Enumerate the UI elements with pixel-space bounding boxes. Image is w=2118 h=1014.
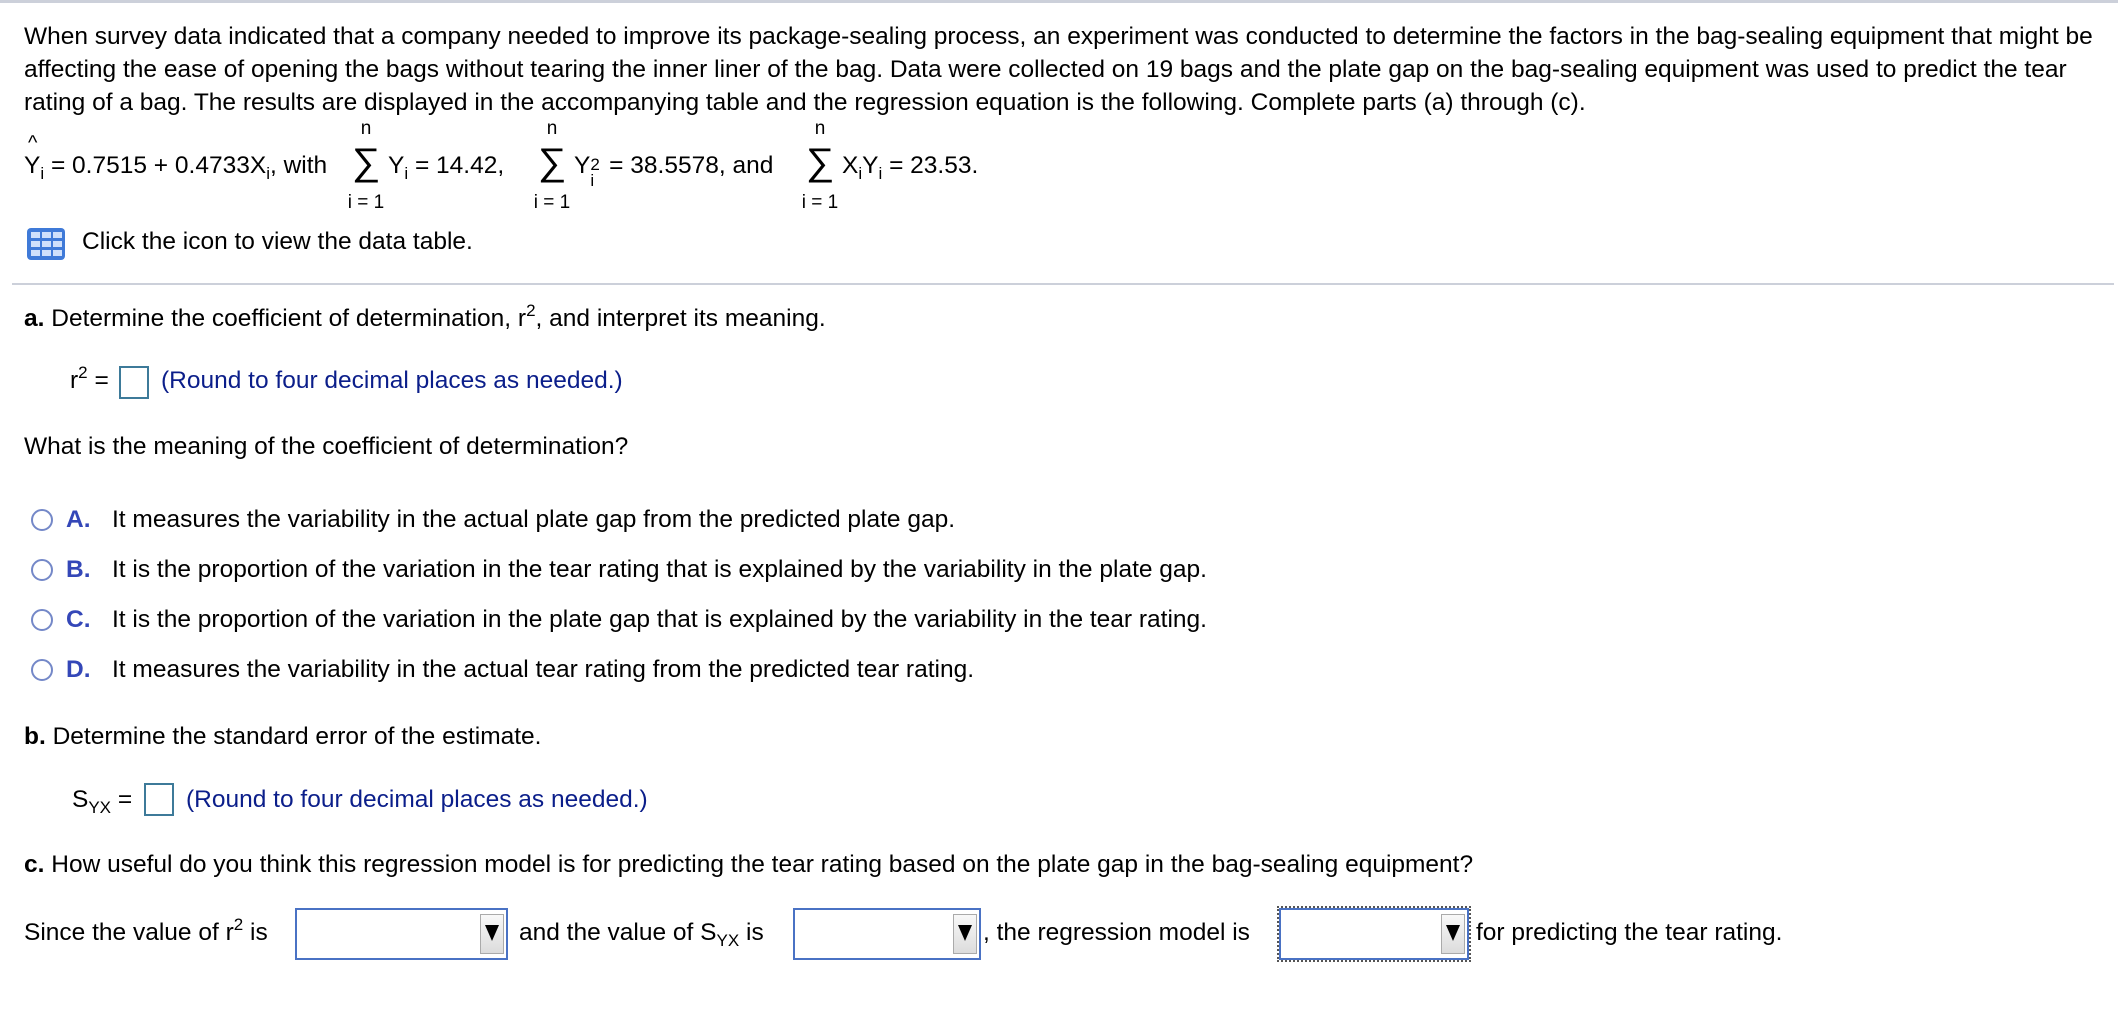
sentence-part-2: and the value of SYX is: [519, 919, 764, 950]
option-a-letter: A.: [66, 506, 91, 533]
top-border: [0, 0, 2118, 3]
table-icon-cell: [31, 232, 40, 238]
meaning-question: What is the meaning of the coefficient o…: [24, 433, 629, 460]
part-c-label: c.: [24, 851, 45, 878]
sum-1-value: = 14.42,: [414, 152, 505, 179]
syx-input[interactable]: [144, 783, 174, 816]
var: Y: [388, 152, 405, 179]
table-icon-cell: [42, 232, 51, 238]
sum-upper-limit: n: [814, 118, 826, 139]
sum-lower-limit: i = 1: [801, 192, 839, 213]
option-a-radio[interactable]: [31, 509, 53, 531]
sum-lower-limit: i = 1: [347, 192, 385, 213]
part-a-label: a.: [24, 305, 45, 332]
var: X: [842, 152, 859, 179]
chevron-down-icon[interactable]: [953, 914, 977, 954]
option-c-radio[interactable]: [31, 609, 53, 631]
sigma-symbol: ∑: [351, 141, 381, 183]
option-b-letter: B.: [66, 556, 91, 583]
r-squared-label: r2 =: [70, 364, 109, 395]
question-text: How useful do you think this regression …: [44, 851, 1474, 878]
sigma-symbol: ∑: [537, 141, 567, 183]
r-squared-input[interactable]: [119, 366, 149, 399]
superscript: 2: [233, 915, 244, 934]
subscript: i: [878, 164, 883, 183]
option-c-letter: C.: [66, 606, 91, 633]
y-hat: Y: [24, 132, 40, 180]
subscript: YX: [716, 931, 740, 950]
model-usefulness-dropdown[interactable]: [1277, 906, 1471, 962]
sentence-part-3: , the regression model is: [983, 919, 1250, 946]
option-d-letter: D.: [66, 656, 91, 683]
chevron-down-icon[interactable]: [480, 914, 504, 954]
equals: =: [117, 786, 133, 813]
var: r: [70, 367, 79, 394]
subscript: i: [40, 164, 45, 183]
option-c-text[interactable]: It is the proportion of the variation in…: [112, 606, 1207, 634]
view-data-table-link[interactable]: Click the icon to view the data table.: [82, 228, 473, 256]
sum-upper-limit: n: [546, 118, 558, 139]
equals: =: [94, 367, 109, 394]
var: Y: [862, 152, 879, 179]
table-icon-cell: [53, 250, 62, 256]
table-icon-cell: [53, 232, 62, 238]
table-icon-cell: [31, 250, 40, 256]
text: is: [243, 919, 268, 946]
sum-1-expression: Yi = 14.42,: [388, 152, 505, 183]
text: is: [739, 919, 764, 946]
part-b-question: b. Determine the standard error of the e…: [24, 723, 541, 751]
subscript: YX: [88, 798, 112, 817]
syx-assessment-dropdown[interactable]: [793, 908, 981, 960]
with-text: , with: [269, 152, 328, 179]
sentence-part-4: for predicting the tear rating.: [1476, 919, 1783, 946]
sum-2-expression: Y2i = 38.5578, and: [574, 152, 774, 190]
section-divider: [12, 283, 2114, 285]
option-b-text[interactable]: It is the proportion of the variation in…: [112, 556, 1207, 584]
sum-3-value: = 23.53.: [889, 152, 979, 179]
part-c-question: c. How useful do you think this regressi…: [24, 851, 1473, 879]
option-d-radio[interactable]: [31, 659, 53, 681]
sentence-part-1: Since the value of r2 is: [24, 916, 268, 947]
sum-3-expression: XiYi = 23.53.: [842, 152, 979, 183]
round-hint: (Round to four decimal places as needed.…: [186, 786, 648, 813]
table-icon-cell: [42, 241, 51, 247]
superscript: 2: [78, 363, 88, 382]
option-d-text[interactable]: It measures the variability in the actua…: [112, 656, 974, 684]
equation-text: = 0.7515 + 0.4733X: [50, 152, 267, 179]
sum-2-value: = 38.5578, and: [609, 152, 774, 179]
option-a-text[interactable]: It measures the variability in the actua…: [112, 506, 955, 534]
sigma-symbol: ∑: [805, 141, 835, 183]
var: Y: [574, 152, 591, 179]
question-text: Determine the coefficient of determinati…: [44, 305, 527, 332]
text: Since the value of r: [24, 919, 234, 946]
sum-lower-limit: i = 1: [533, 192, 571, 213]
part-b-label: b.: [24, 723, 46, 750]
part-a-question: a. Determine the coefficient of determin…: [24, 302, 826, 333]
text: and the value of S: [519, 919, 717, 946]
question-text: Determine the standard error of the esti…: [45, 723, 542, 750]
round-hint: (Round to four decimal places as needed.…: [161, 367, 623, 394]
subscript: i: [404, 164, 409, 183]
syx-label: SYX =: [72, 786, 133, 817]
table-icon-cell: [31, 241, 40, 247]
superscript: 2: [526, 301, 536, 320]
sum-upper-limit: n: [360, 118, 372, 139]
var: S: [72, 786, 89, 813]
regression-formula: Yi = 0.7515 + 0.4733X i , with n ∑ i = 1 Y…: [24, 118, 1124, 218]
chevron-down-icon[interactable]: [1441, 914, 1465, 954]
regression-equation: Yi = 0.7515 + 0.4733Xi, with: [24, 132, 328, 183]
question-text-end: , and interpret its meaning.: [535, 305, 826, 332]
table-icon[interactable]: [27, 228, 65, 260]
r-squared-assessment-dropdown[interactable]: [295, 908, 508, 960]
table-icon-cell: [53, 241, 62, 247]
problem-statement: When survey data indicated that a compan…: [24, 23, 2093, 116]
table-icon-cell: [42, 250, 51, 256]
option-b-radio[interactable]: [31, 559, 53, 581]
